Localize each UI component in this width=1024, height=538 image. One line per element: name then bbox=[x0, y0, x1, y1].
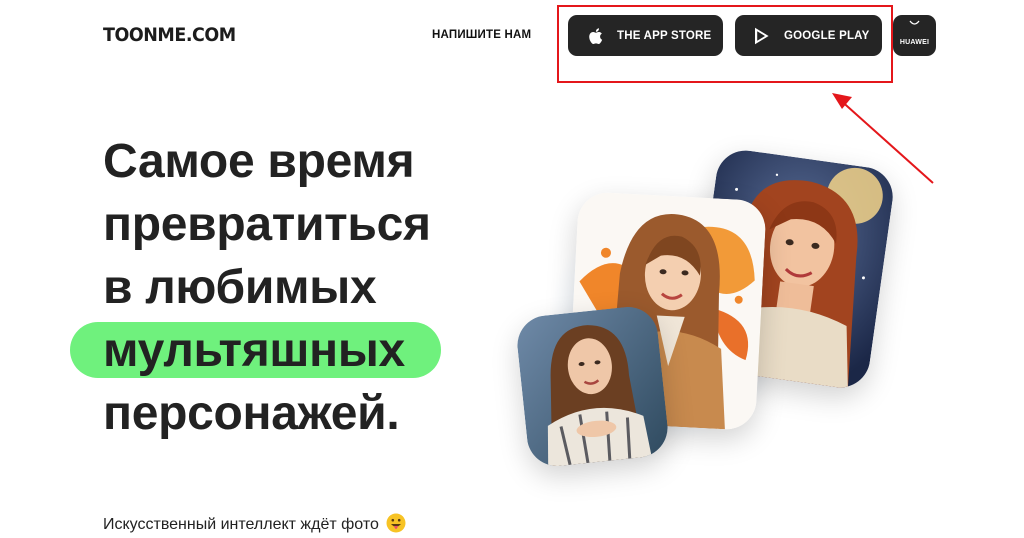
annotation-highlight-box bbox=[557, 5, 893, 83]
headline-line: персонажей. bbox=[103, 387, 400, 440]
hero-subtitle: Искусственный интеллект ждёт фото bbox=[103, 513, 406, 534]
headline-line: превратиться bbox=[103, 198, 431, 251]
contact-link[interactable]: НАПИШИТЕ НАМ bbox=[432, 29, 531, 41]
logo[interactable]: TOONME.COM bbox=[103, 24, 236, 46]
headline-line: в любимых bbox=[103, 261, 377, 314]
tongue-emoji-icon bbox=[386, 513, 406, 533]
portrait-card-small bbox=[514, 304, 671, 469]
huawei-label: HUAWEI bbox=[899, 39, 930, 46]
huawei-button[interactable]: HUAWEI bbox=[893, 15, 936, 56]
huawei-appgallery-icon bbox=[909, 20, 920, 25]
headline-line: Самое время bbox=[103, 135, 415, 188]
subtitle-text: Искусственный интеллект ждёт фото bbox=[103, 516, 379, 533]
headline-line-highlighted: мультяшных bbox=[103, 324, 405, 377]
hero-headline: Самое время превратиться в любимых мульт… bbox=[103, 130, 431, 445]
